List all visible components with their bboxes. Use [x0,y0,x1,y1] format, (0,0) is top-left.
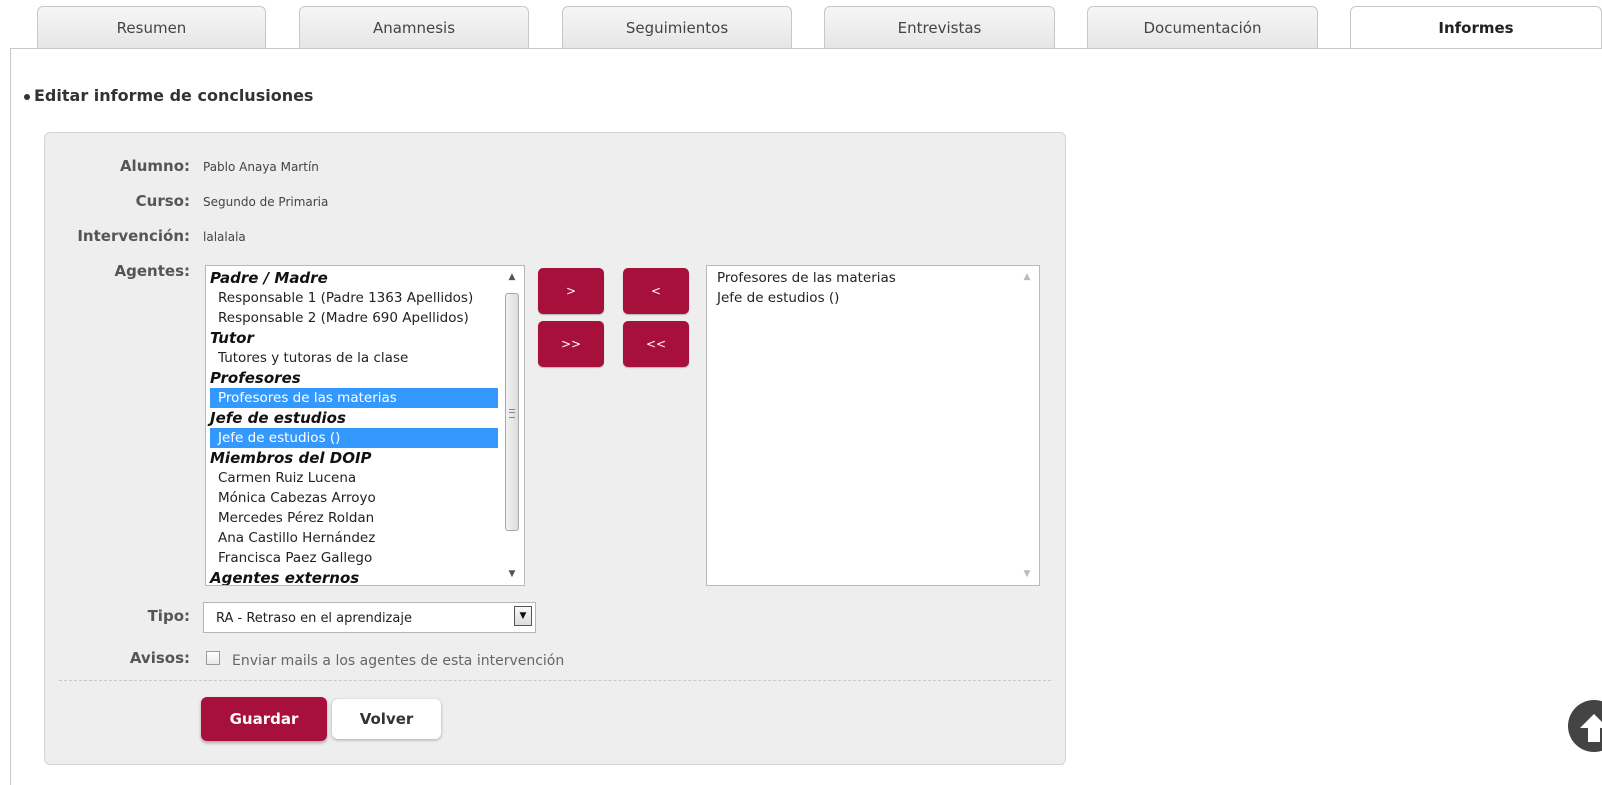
content-border [10,48,11,785]
form-divider [59,680,1051,681]
back-to-top-button[interactable] [1568,700,1602,752]
agent-option[interactable]: Profesores de las materias [210,388,498,408]
intervencion-label: Intervención: [77,227,190,245]
agent-option[interactable]: Ana Castillo Hernández [210,528,498,548]
remove-all-button[interactable]: << [623,321,689,367]
scroll-down-icon[interactable]: ▼ [1016,564,1038,584]
chosen-agent-option[interactable]: Jefe de estudios () [713,288,1013,308]
avisos-checkbox-label[interactable]: Enviar mails a los agentes de esta inter… [232,653,564,669]
alumno-value: Pablo Anaya Martín [203,160,319,174]
bullet-icon [24,94,30,100]
save-button[interactable]: Guardar [201,697,327,741]
agentes-label: Agentes: [114,262,190,280]
option-group-label: Tutor [210,329,254,347]
back-button[interactable]: Volver [332,699,441,739]
tab-seguimientos[interactable]: Seguimientos [562,6,792,48]
intervencion-value: lalalala [203,230,246,244]
add-selected-button[interactable]: > [538,268,604,314]
tab-documentacion[interactable]: Documentación [1087,6,1318,48]
dropdown-arrow-icon[interactable]: ▼ [514,606,532,626]
chosen-agents-scrollbar[interactable]: ▲ ▼ [1016,267,1038,584]
chosen-agents-list[interactable]: Profesores de las materias Jefe de estudi… [706,265,1040,586]
tab-bar: Resumen Anamnesis Seguimientos Entrevist… [0,0,1602,49]
agent-option[interactable]: Mónica Cabezas Arroyo [210,488,498,508]
scroll-up-icon[interactable]: ▲ [1016,267,1038,287]
option-group-label: Profesores [210,369,301,387]
scroll-down-icon[interactable]: ▼ [501,564,523,584]
arrow-up-icon [1580,714,1602,742]
option-group-label: Miembros del DOIP [210,449,372,467]
option-group-label: Jefe de estudios [210,409,346,427]
option-group-label: Agentes externos [210,569,360,586]
chosen-agents-items: Profesores de las materias Jefe de estudi… [713,268,1013,308]
curso-label: Curso: [135,192,190,210]
agent-option[interactable]: Tutores y tutoras de la clase [210,348,498,368]
remove-selected-button[interactable]: < [623,268,689,314]
agent-option[interactable]: Mercedes Pérez Roldan [210,508,498,528]
curso-value: Segundo de Primaria [203,195,329,209]
tipo-selected-value: RA - Retraso en el aprendizaje [216,611,412,626]
form-panel: Alumno: Pablo Anaya Martín Curso: Segund… [44,132,1066,765]
option-group-label: Padre / Madre [210,269,328,287]
section-title: Editar informe de conclusiones [24,86,313,105]
tab-informes[interactable]: Informes [1350,6,1602,49]
alumno-label: Alumno: [119,157,190,175]
add-all-button[interactable]: >> [538,321,604,367]
scroll-up-icon[interactable]: ▲ [501,267,523,287]
agent-option[interactable]: Francisca Paez Gallego [210,548,498,568]
tab-entrevistas[interactable]: Entrevistas [824,6,1055,48]
tab-resumen[interactable]: Resumen [37,6,266,48]
tab-anamnesis[interactable]: Anamnesis [299,6,529,48]
available-agents-list[interactable]: Padre / Madre Responsable 1 (Padre 1363 A… [205,265,525,586]
tab-bar-divider [10,48,1602,49]
agent-option[interactable]: Responsable 2 (Madre 690 Apellidos) [210,308,498,328]
agent-option[interactable]: Carmen Ruiz Lucena [210,468,498,488]
chosen-agent-option[interactable]: Profesores de las materias [713,268,1013,288]
agent-option[interactable]: Jefe de estudios () [210,428,498,448]
avisos-checkbox[interactable] [206,651,220,665]
avisos-label: Avisos: [129,649,190,667]
available-agents-items: Padre / Madre Responsable 1 (Padre 1363 A… [210,268,498,586]
available-agents-scrollbar[interactable]: ▲ ▼ [501,267,523,584]
agent-option[interactable]: Responsable 1 (Padre 1363 Apellidos) [210,288,498,308]
scrollbar-thumb[interactable] [505,293,519,531]
grip-icon [509,409,515,418]
tipo-select[interactable]: RA - Retraso en el aprendizaje ▼ [203,602,536,633]
tipo-label: Tipo: [147,607,190,625]
section-title-text: Editar informe de conclusiones [34,86,314,105]
